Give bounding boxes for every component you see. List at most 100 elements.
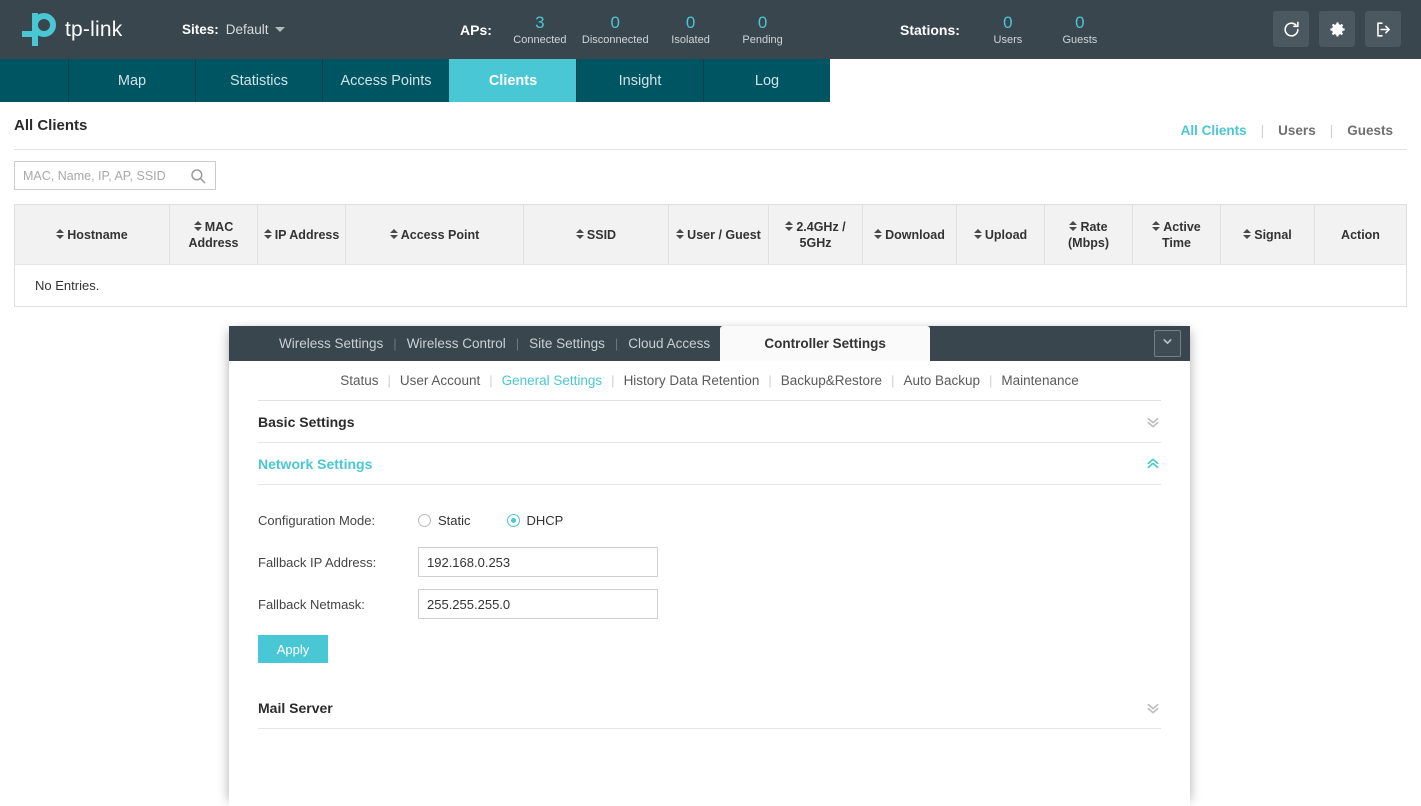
col-ssid[interactable]: SSID [523, 204, 669, 265]
sort-icon [1069, 221, 1078, 232]
col-ssid-label: SSID [586, 227, 617, 242]
view-switch-users[interactable]: Users [1264, 123, 1330, 138]
col-hostname[interactable]: Hostname [14, 204, 170, 265]
section-basic-settings-title: Basic Settings [258, 413, 355, 430]
col-signal-label: Signal [1254, 227, 1292, 242]
col-ip-address[interactable]: IP Address [257, 204, 346, 265]
col-action-label: Action [1341, 227, 1380, 242]
fallback-netmask-input[interactable] [418, 589, 658, 619]
client-view-switch: All Clients | Users | Guests [1167, 123, 1407, 138]
col-active-time[interactable]: Active Time [1132, 204, 1221, 265]
logout-button[interactable] [1365, 11, 1401, 47]
ap-stat-disconnected[interactable]: 0 Disconnected [576, 12, 655, 48]
gear-icon [1328, 20, 1347, 39]
search-box[interactable] [14, 161, 216, 190]
col-access-point-label: Access Point [400, 227, 480, 242]
aps-label: APs: [460, 21, 492, 38]
view-switch-all-clients[interactable]: All Clients [1167, 123, 1261, 138]
settings-button[interactable] [1319, 11, 1355, 47]
station-stat-users[interactable]: 0 Users [972, 12, 1044, 48]
tplink-logo: tp-link [22, 12, 172, 48]
radio-static-label: Static [438, 512, 471, 528]
col-user-guest[interactable]: User / Guest [668, 204, 769, 265]
stations-summary: Stations: 0 Users 0 Guests [900, 0, 1116, 59]
subtab-general-settings[interactable]: General Settings [493, 373, 612, 388]
col-access-point[interactable]: Access Point [345, 204, 524, 265]
station-guests-label: Guests [1062, 33, 1098, 46]
radio-option-static[interactable]: Static [418, 513, 471, 528]
chevron-double-down-icon[interactable] [1145, 414, 1161, 430]
station-stat-guests[interactable]: 0 Guests [1044, 12, 1116, 48]
nav-item-insight[interactable]: Insight [576, 59, 703, 102]
search-input[interactable] [23, 168, 189, 183]
col-action: Action [1314, 204, 1407, 265]
ap-connected-count: 3 [535, 12, 545, 32]
col-mac-address[interactable]: MAC Address [169, 204, 258, 265]
radio-static-icon [418, 513, 431, 527]
sort-icon [1152, 221, 1161, 232]
subtab-history-data-retention[interactable]: History Data Retention [615, 373, 769, 388]
panel-collapse-button[interactable] [1154, 330, 1181, 357]
section-network-settings-title: Network Settings [258, 455, 373, 472]
subtab-status[interactable]: Status [331, 373, 387, 388]
subtab-user-account[interactable]: User Account [391, 373, 489, 388]
section-mail-server[interactable]: Mail Server [258, 687, 1161, 729]
table-header-row: Hostname MAC Address IP Address Access P… [14, 204, 1407, 265]
nav-item-access-points[interactable]: Access Points [322, 59, 449, 102]
col-rate[interactable]: Rate (Mbps) [1044, 204, 1133, 265]
logo-text: tp-link [65, 17, 123, 41]
ap-stat-isolated[interactable]: 0 Isolated [655, 12, 727, 48]
nav-item-map[interactable]: Map [68, 59, 195, 102]
station-users-count: 0 [1003, 12, 1013, 32]
settings-panel: Wireless Settings | Wireless Control | S… [229, 326, 1190, 806]
panel-tab-wireless-control[interactable]: Wireless Control [397, 326, 516, 361]
chevron-double-up-icon[interactable] [1145, 456, 1161, 472]
col-download-label: Download [885, 227, 945, 242]
ap-stat-connected[interactable]: 3 Connected [504, 12, 576, 48]
sort-icon [193, 221, 202, 232]
col-band[interactable]: 2.4GHz / 5GHz [768, 204, 863, 265]
subtab-auto-backup[interactable]: Auto Backup [894, 373, 989, 388]
main-navigation: Map Statistics Access Points Clients Ins… [0, 59, 1421, 102]
nav-item-log[interactable]: Log [703, 59, 830, 102]
chevron-down-icon [1161, 335, 1174, 353]
panel-tab-controller-settings[interactable]: Controller Settings [720, 326, 931, 361]
app-header: tp-link Sites: Default APs: 3 Connected … [0, 0, 1421, 59]
col-signal[interactable]: Signal [1220, 204, 1315, 265]
panel-tab-wireless-settings[interactable]: Wireless Settings [269, 326, 393, 361]
nav-item-clients[interactable]: Clients [449, 59, 576, 102]
refresh-button[interactable] [1273, 11, 1309, 47]
col-download[interactable]: Download [862, 204, 957, 265]
chevron-double-down-icon[interactable] [1145, 700, 1161, 716]
field-fallback-netmask: Fallback Netmask: [258, 583, 1161, 625]
radio-dhcp-icon [506, 513, 520, 527]
section-basic-settings[interactable]: Basic Settings [258, 401, 1161, 443]
radio-option-dhcp[interactable]: DHCP [506, 513, 563, 528]
section-network-settings[interactable]: Network Settings [258, 443, 1161, 485]
view-switch-guests[interactable]: Guests [1333, 123, 1407, 138]
sort-icon [263, 229, 272, 240]
fallback-ip-input[interactable] [418, 547, 658, 577]
section-mail-server-title: Mail Server [258, 699, 333, 716]
ap-stat-pending[interactable]: 0 Pending [727, 12, 799, 48]
nav-item-statistics[interactable]: Statistics [195, 59, 322, 102]
col-upload-label: Upload [984, 227, 1028, 242]
sort-icon [973, 229, 982, 240]
panel-tab-bar: Wireless Settings | Wireless Control | S… [229, 326, 1190, 361]
col-upload[interactable]: Upload [956, 204, 1045, 265]
title-divider [14, 149, 1407, 150]
panel-tab-cloud-access[interactable]: Cloud Access [618, 326, 720, 361]
subtab-backup-restore[interactable]: Backup&Restore [772, 373, 891, 388]
refresh-icon [1282, 20, 1301, 39]
field-configuration-mode: Configuration Mode: Static DHCP [258, 499, 1161, 541]
stations-label: Stations: [900, 21, 960, 38]
header-action-buttons [1273, 11, 1401, 47]
subtab-maintenance[interactable]: Maintenance [992, 373, 1087, 388]
logout-icon [1374, 20, 1393, 39]
station-guests-count: 0 [1075, 12, 1085, 32]
panel-tab-site-settings[interactable]: Site Settings [519, 326, 615, 361]
sites-selector[interactable]: Sites: Default [182, 22, 285, 37]
apply-button[interactable]: Apply [258, 635, 328, 663]
sort-icon [1243, 229, 1252, 240]
panel-subtab-bar: Status | User Account | General Settings… [258, 361, 1161, 401]
